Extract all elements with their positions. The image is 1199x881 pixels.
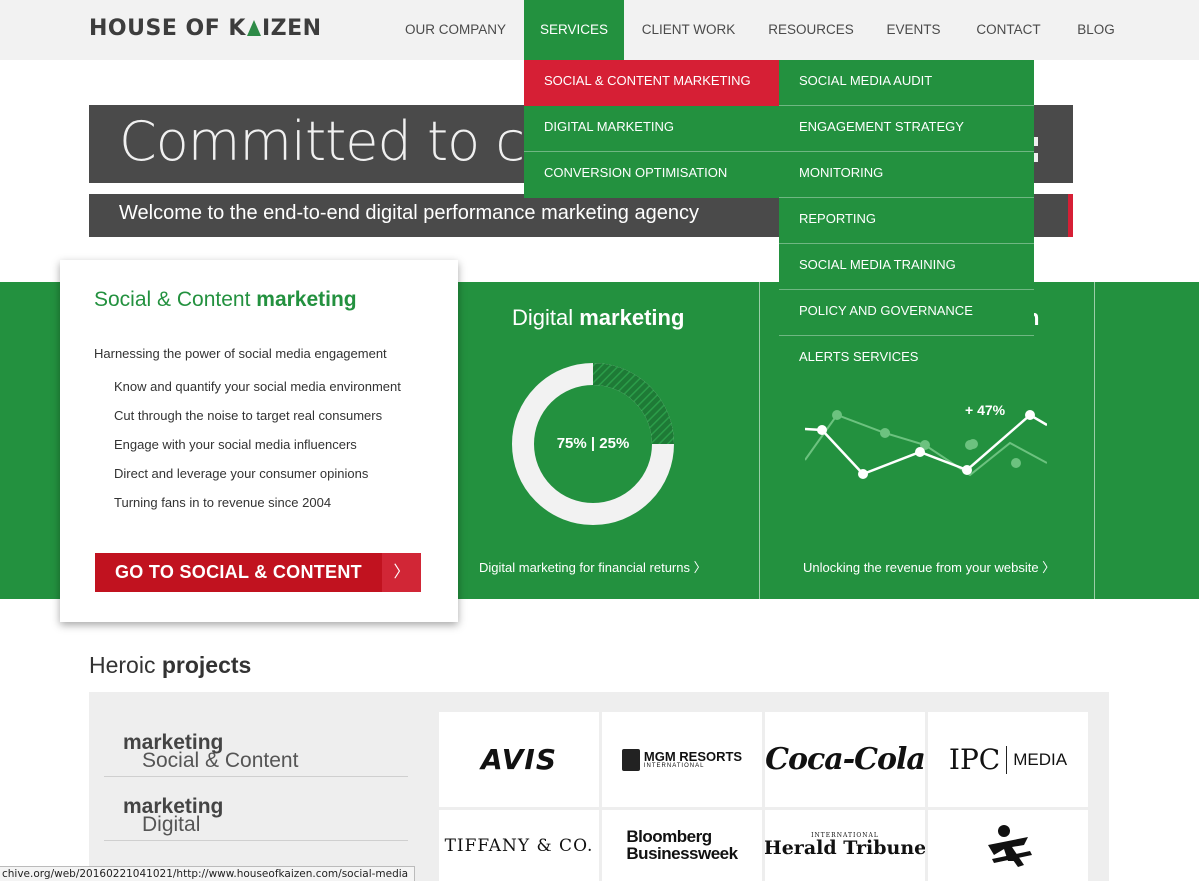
- growth-point: [1025, 410, 1035, 420]
- herald-tribune-logo-text: Herald Tribune: [765, 837, 925, 859]
- hero-subtitle: Welcome to the end-to-end digital perfor…: [119, 202, 699, 224]
- projects-heading: Heroic projects: [89, 652, 251, 679]
- submenu-item-monitoring[interactable]: MONITORING: [779, 152, 1034, 198]
- conversion-line-chart: + 47%: [805, 402, 1047, 479]
- hero-title: Committed to con: [119, 110, 590, 173]
- submenu-item-audit[interactable]: SOCIAL MEDIA AUDIT: [779, 60, 1034, 106]
- projects-heading-light: Heroic: [89, 652, 162, 678]
- client-logo-bloomberg[interactable]: Bloomberg Businessweek: [602, 810, 762, 881]
- cta-label: GO TO SOCIAL & CONTENT: [115, 562, 362, 582]
- dropdown-item-conversion[interactable]: CONVERSION OPTIMISATION: [524, 152, 779, 198]
- client-logo-cocacola[interactable]: Coca-Cola: [765, 712, 925, 807]
- mgm-logo-text: MGM RESORTS: [643, 749, 743, 764]
- list-item: Direct and leverage your consumer opinio…: [114, 466, 369, 481]
- client-logo-ipc[interactable]: IPC MEDIA: [928, 712, 1088, 807]
- category-light: Social & Content: [142, 749, 299, 772]
- list-item: Know and quantify your social media envi…: [114, 379, 401, 394]
- list-item: Cut through the noise to target real con…: [114, 408, 383, 423]
- cocacola-logo-text: Coca-Cola: [765, 742, 925, 777]
- submenu-item-reporting[interactable]: REPORTING: [779, 198, 1034, 244]
- dropdown-item-digital-marketing[interactable]: DIGITAL MARKETING: [524, 106, 779, 152]
- baseline-point: [1011, 458, 1021, 468]
- growth-point: [915, 447, 925, 457]
- donut-segment-25: [592, 363, 674, 445]
- client-logo-msf[interactable]: [928, 810, 1088, 881]
- nav-contact[interactable]: CONTACT: [958, 0, 1059, 60]
- dropdown-item-social-content[interactable]: SOCIAL & CONTENT MARKETING: [524, 60, 779, 106]
- card-intro: Harnessing the power of social media eng…: [94, 346, 387, 361]
- chevron-right-icon: 〉: [382, 553, 421, 592]
- card-title-light: Social & Content: [94, 288, 257, 311]
- donut-label: 75% | 25%: [557, 435, 630, 452]
- logo-triangle-icon: [246, 20, 261, 36]
- ipc-media-text: MEDIA: [1013, 749, 1068, 769]
- site-header: HOUSE OF K IZEN OUR COMPANY SERVICES CLIE…: [0, 0, 1199, 60]
- site-logo[interactable]: HOUSE OF K IZEN: [89, 16, 322, 41]
- client-logo-avis[interactable]: AVIS: [439, 712, 599, 807]
- nav-our-company[interactable]: OUR COMPANY: [387, 0, 524, 60]
- browser-status-bar: chive.org/web/20160221041021/http://www.…: [0, 866, 416, 881]
- msf-figure-icon: [988, 824, 1032, 867]
- conversion-panel-link[interactable]: Unlocking the revenue from your website …: [803, 557, 1055, 576]
- client-logo-tiffany[interactable]: TIFFANY & CO.: [439, 810, 599, 881]
- nav-events[interactable]: EVENTS: [869, 0, 958, 60]
- client-logo-mgm[interactable]: MGM RESORTS INTERNATIONAL: [602, 712, 762, 807]
- card-title-bold: marketing: [256, 288, 357, 311]
- digital-panel-link[interactable]: Digital marketing for financial returns …: [479, 557, 707, 576]
- nav-services[interactable]: SERVICES: [524, 0, 624, 60]
- projects-heading-bold: projects: [161, 652, 252, 678]
- baseline-point: [968, 439, 978, 449]
- digital-donut-chart: 75% | 25%: [512, 363, 674, 525]
- services-dropdown: SOCIAL & CONTENT MARKETING DIGITAL MARKE…: [524, 60, 779, 198]
- nav-blog[interactable]: BLOG: [1059, 0, 1133, 60]
- nav-client-work[interactable]: CLIENT WORK: [624, 0, 753, 60]
- go-to-social-content-button[interactable]: GO TO SOCIAL & CONTENT 〉: [95, 553, 421, 592]
- submenu-item-alerts[interactable]: ALERTS SERVICES: [779, 336, 1034, 382]
- project-category-social[interactable]: Social & Content marketing: [104, 713, 408, 777]
- band-divider: [1094, 282, 1095, 599]
- digital-panel-title: Digital marketing: [512, 305, 684, 331]
- baseline-point: [832, 410, 842, 420]
- submenu-item-policy[interactable]: POLICY AND GOVERNANCE: [779, 290, 1034, 336]
- mgm-logo-subtext: INTERNATIONAL: [643, 763, 705, 769]
- band-divider: [759, 282, 760, 599]
- growth-point: [962, 465, 972, 475]
- logo-text-left: HOUSE OF K: [89, 16, 246, 41]
- digital-title-light: Digital: [512, 305, 580, 330]
- businessweek-logo-text: Businessweek: [626, 843, 738, 863]
- growth-point: [817, 425, 827, 435]
- ipc-logo-text: IPC: [948, 743, 1001, 776]
- avis-logo-text: AVIS: [480, 743, 558, 776]
- card-bullet-list: Know and quantify your social media envi…: [114, 378, 401, 523]
- submenu-item-training[interactable]: SOCIAL MEDIA TRAINING: [779, 244, 1034, 290]
- lion-icon: [621, 748, 640, 771]
- ipc-divider: [1006, 745, 1008, 774]
- category-light: Digital: [142, 813, 201, 836]
- project-category-digital[interactable]: Digital marketing: [104, 777, 408, 841]
- client-logo-herald-tribune[interactable]: INTERNATIONAL Herald Tribune: [765, 810, 925, 881]
- digital-title-bold: marketing: [579, 305, 685, 330]
- submenu-item-engagement[interactable]: ENGAGEMENT STRATEGY: [779, 106, 1034, 152]
- social-content-card: Social & Content marketing Harnessing th…: [60, 260, 458, 622]
- growth-label: + 47%: [965, 402, 1006, 418]
- card-title: Social & Content marketing: [94, 288, 357, 312]
- nav-resources[interactable]: RESOURCES: [753, 0, 869, 60]
- social-submenu: SOCIAL MEDIA AUDIT ENGAGEMENT STRATEGY M…: [779, 60, 1034, 382]
- baseline-point: [880, 428, 890, 438]
- list-item: Turning fans in to revenue since 2004: [114, 495, 332, 510]
- list-item: Engage with your social media influencer…: [114, 437, 357, 452]
- growth-point: [858, 469, 868, 479]
- logo-text-right: IZEN: [261, 16, 322, 41]
- tiffany-logo-text: TIFFANY & CO.: [444, 835, 594, 856]
